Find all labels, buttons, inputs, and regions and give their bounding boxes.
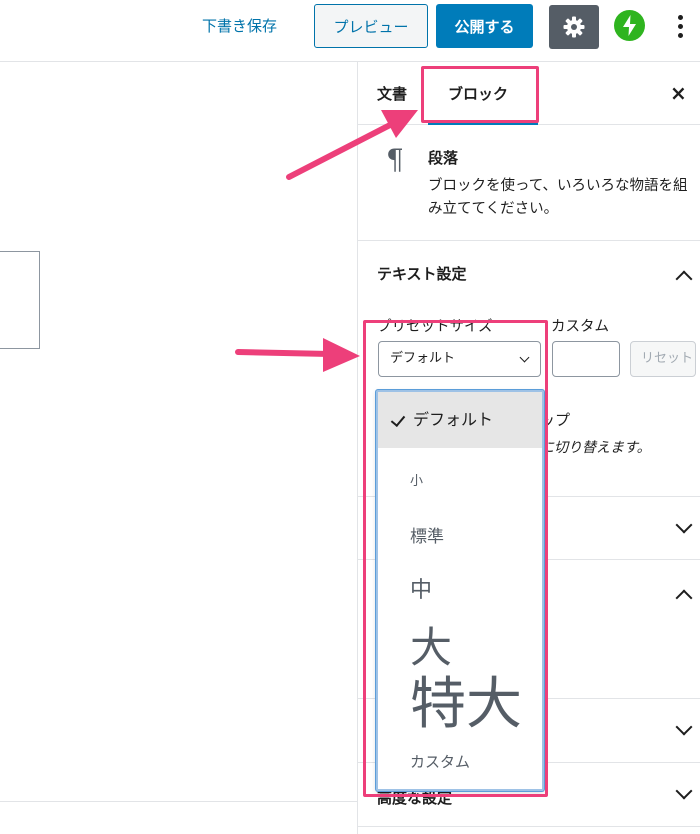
annotation-arrow-to-font-size bbox=[235, 338, 360, 372]
annotation-arrow-to-block-tab bbox=[286, 110, 418, 180]
annotation-arrows bbox=[235, 110, 418, 372]
